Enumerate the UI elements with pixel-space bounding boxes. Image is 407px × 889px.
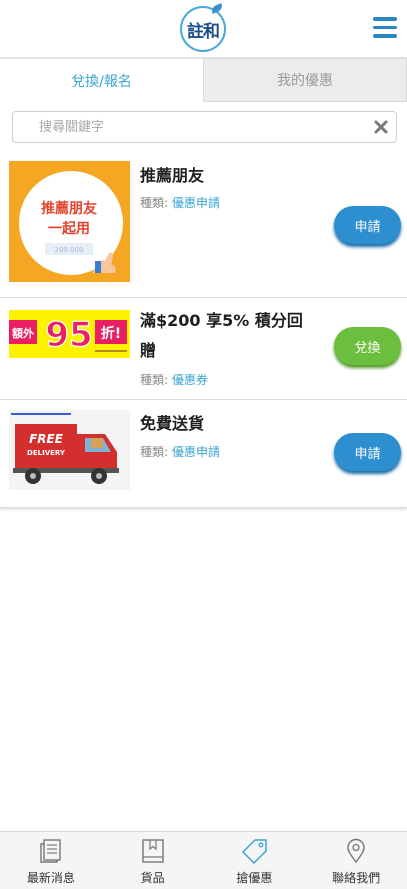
- coupon-type-label: 種類:: [140, 196, 169, 210]
- nav-label-products: 貨品: [140, 871, 165, 885]
- coupon-title: 推薦朋友: [140, 166, 205, 185]
- discount-thumbnail-image: 額外 95 折!: [9, 310, 130, 358]
- top-header: 註和: [0, 0, 407, 58]
- thumb-delivery: DELIVERY: [27, 449, 66, 457]
- coupon-item[interactable]: FREE DELIVERY 免費送貨 種類: 優惠申請 申請: [0, 400, 407, 508]
- redeem-button[interactable]: 兌換: [334, 327, 401, 365]
- nav-label-deals: 搶優惠: [236, 871, 273, 885]
- coupon-type: 種類: 優惠券: [140, 371, 208, 388]
- thumb-free: FREE: [29, 432, 64, 446]
- coupon-type: 種類: 優惠申請: [140, 194, 220, 211]
- nav-item-products[interactable]: 貨品: [102, 832, 204, 889]
- thumb-code: 200 000: [55, 246, 84, 254]
- coupon-type-label: 種類:: [140, 445, 169, 459]
- coupon-title: 滿$200 享5% 積分回贈: [140, 311, 303, 360]
- logo-leaf-icon: [210, 3, 224, 14]
- coupon-type-label: 種類:: [140, 373, 169, 387]
- coupon-thumbnail: 額外 95 折!: [9, 310, 130, 358]
- nav-item-deals[interactable]: 搶優惠: [204, 832, 306, 889]
- coupon-type-value: 優惠申請: [172, 196, 221, 210]
- coupon-type: 種類: 優惠申請: [140, 443, 220, 460]
- thumb-suffix: 折!: [101, 325, 121, 342]
- bottom-nav: 最新消息 貨品 搶優惠 聯絡我們: [0, 831, 407, 889]
- delivery-truck-thumbnail-image: FREE DELIVERY: [9, 410, 130, 490]
- news-icon: [40, 839, 61, 863]
- apply-button[interactable]: 申請: [334, 433, 401, 471]
- coupon-thumbnail: FREE DELIVERY: [9, 410, 130, 490]
- nav-label-news: 最新消息: [26, 871, 75, 885]
- book-icon: [141, 839, 164, 863]
- coupon-list: 推薦朋友 一起用 200 000 推薦朋友 種類: 優惠申請 申請 額外 95 …: [0, 150, 407, 508]
- tag-icon: [242, 839, 268, 864]
- location-pin-icon: [347, 838, 365, 864]
- thumb-prefix: 額外: [11, 326, 34, 340]
- tab-bar: 兌換/報名 我的優惠: [0, 58, 407, 102]
- thumb-text-line1: 推薦朋友: [41, 200, 97, 217]
- clear-icon[interactable]: [372, 118, 390, 136]
- search-box: [12, 111, 397, 143]
- app-root: 註和 兌換/報名 我的優惠 推薦朋友 一起用 200 0: [0, 0, 407, 889]
- coupon-thumbnail: 推薦朋友 一起用 200 000: [9, 161, 130, 282]
- apply-button[interactable]: 申請: [334, 206, 401, 244]
- search-input[interactable]: [13, 112, 363, 142]
- tab-my-offers[interactable]: 我的優惠: [203, 58, 407, 102]
- referral-thumbnail-image: 推薦朋友 一起用 200 000: [9, 161, 130, 282]
- hamburger-menu-icon[interactable]: [373, 17, 397, 39]
- logo-text: 註和: [187, 21, 220, 42]
- coupon-type-value: 優惠申請: [172, 445, 221, 459]
- nav-item-contact[interactable]: 聯絡我們: [305, 832, 407, 889]
- brand-logo[interactable]: 註和: [180, 3, 226, 52]
- nav-label-contact: 聯絡我們: [332, 871, 381, 885]
- coupon-title: 免費送貨: [140, 414, 205, 433]
- coupon-item[interactable]: 額外 95 折! 滿$200 享5% 積分回贈 種類: 優惠券 兌換: [0, 298, 407, 400]
- coupon-type-value: 優惠券: [172, 373, 209, 387]
- tab-redeem-register[interactable]: 兌換/報名: [0, 58, 203, 102]
- thumb-number: 95: [45, 315, 92, 355]
- coupon-item[interactable]: 推薦朋友 一起用 200 000 推薦朋友 種類: 優惠申請 申請: [0, 150, 407, 298]
- nav-item-news[interactable]: 最新消息: [0, 832, 102, 889]
- thumb-text-line2: 一起用: [48, 220, 90, 237]
